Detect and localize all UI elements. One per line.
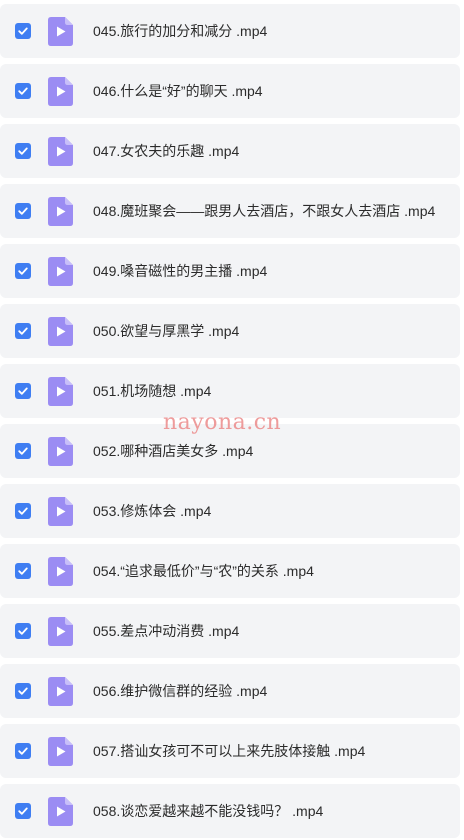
file-name: 045.旅行的加分和减分 .mp4: [93, 23, 268, 39]
file-name: 046.什么是“好”的聊天 .mp4: [93, 83, 263, 99]
checkmark-icon: [18, 207, 28, 215]
checkmark-icon: [18, 807, 28, 815]
checkmark-icon: [18, 147, 28, 155]
file-name: 058.谈恋爱越来越不能没钱吗？ .mp4: [93, 803, 324, 819]
video-file-icon: [48, 436, 73, 466]
checkbox[interactable]: [15, 563, 31, 579]
checkbox[interactable]: [15, 263, 31, 279]
checkbox[interactable]: [15, 203, 31, 219]
file-row[interactable]: 047.女农夫的乐趣 .mp4: [0, 124, 460, 178]
checkbox[interactable]: [15, 83, 31, 99]
file-row[interactable]: 046.什么是“好”的聊天 .mp4: [0, 64, 460, 118]
checkmark-icon: [18, 627, 28, 635]
video-file-icon: [48, 796, 73, 826]
checkmark-icon: [18, 267, 28, 275]
file-row[interactable]: 050.欲望与厚黑学 .mp4: [0, 304, 460, 358]
checkbox[interactable]: [15, 803, 31, 819]
file-row[interactable]: 053.修炼体会 .mp4: [0, 484, 460, 538]
checkbox[interactable]: [15, 23, 31, 39]
video-file-icon: [48, 316, 73, 346]
checkmark-icon: [18, 27, 28, 35]
video-file-icon: [48, 376, 73, 406]
video-file-icon: [48, 496, 73, 526]
checkmark-icon: [18, 447, 28, 455]
video-file-icon: [48, 196, 73, 226]
file-name: 056.维护微信群的经验 .mp4: [93, 683, 268, 699]
file-name: 053.修炼体会 .mp4: [93, 503, 212, 519]
video-file-icon: [48, 16, 73, 46]
file-row[interactable]: 048.魔班聚会——跟男人去酒店，不跟女人去酒店 .mp4: [0, 184, 460, 238]
file-row[interactable]: 045.旅行的加分和减分 .mp4: [0, 4, 460, 58]
file-name: 055.差点冲动消费 .mp4: [93, 623, 240, 639]
checkbox[interactable]: [15, 443, 31, 459]
checkmark-icon: [18, 387, 28, 395]
checkbox[interactable]: [15, 623, 31, 639]
video-file-icon: [48, 676, 73, 706]
file-row[interactable]: 049.嗓音磁性的男主播 .mp4: [0, 244, 460, 298]
file-name: 057.搭讪女孩可不可以上来先肢体接触 .mp4: [93, 743, 366, 759]
file-name: 051.机场随想 .mp4: [93, 383, 212, 399]
checkbox[interactable]: [15, 143, 31, 159]
checkbox[interactable]: [15, 683, 31, 699]
file-name: 054.“追求最低价”与“农”的关系 .mp4: [93, 563, 314, 579]
checkmark-icon: [18, 687, 28, 695]
file-name: 050.欲望与厚黑学 .mp4: [93, 323, 240, 339]
checkmark-icon: [18, 507, 28, 515]
video-file-icon: [48, 736, 73, 766]
file-row[interactable]: 055.差点冲动消费 .mp4: [0, 604, 460, 658]
checkbox[interactable]: [15, 323, 31, 339]
video-file-icon: [48, 256, 73, 286]
file-name: 047.女农夫的乐趣 .mp4: [93, 143, 240, 159]
file-list: 045.旅行的加分和减分 .mp4 046.什么是“好”的聊天 .mp4 047.女…: [0, 0, 464, 840]
checkmark-icon: [18, 747, 28, 755]
video-file-icon: [48, 556, 73, 586]
file-row[interactable]: 052.哪种酒店美女多 .mp4: [0, 424, 460, 478]
checkmark-icon: [18, 567, 28, 575]
video-file-icon: [48, 76, 73, 106]
file-row[interactable]: 056.维护微信群的经验 .mp4: [0, 664, 460, 718]
checkbox[interactable]: [15, 503, 31, 519]
file-row[interactable]: 057.搭讪女孩可不可以上来先肢体接触 .mp4: [0, 724, 460, 778]
video-file-icon: [48, 616, 73, 646]
video-file-icon: [48, 136, 73, 166]
checkmark-icon: [18, 87, 28, 95]
file-row[interactable]: 051.机场随想 .mp4: [0, 364, 460, 418]
checkbox[interactable]: [15, 383, 31, 399]
file-name: 048.魔班聚会——跟男人去酒店，不跟女人去酒店 .mp4: [93, 203, 436, 219]
checkmark-icon: [18, 327, 28, 335]
file-row[interactable]: 058.谈恋爱越来越不能没钱吗？ .mp4: [0, 784, 460, 838]
file-name: 052.哪种酒店美女多 .mp4: [93, 443, 254, 459]
checkbox[interactable]: [15, 743, 31, 759]
file-row[interactable]: 054.“追求最低价”与“农”的关系 .mp4: [0, 544, 460, 598]
file-name: 049.嗓音磁性的男主播 .mp4: [93, 263, 268, 279]
